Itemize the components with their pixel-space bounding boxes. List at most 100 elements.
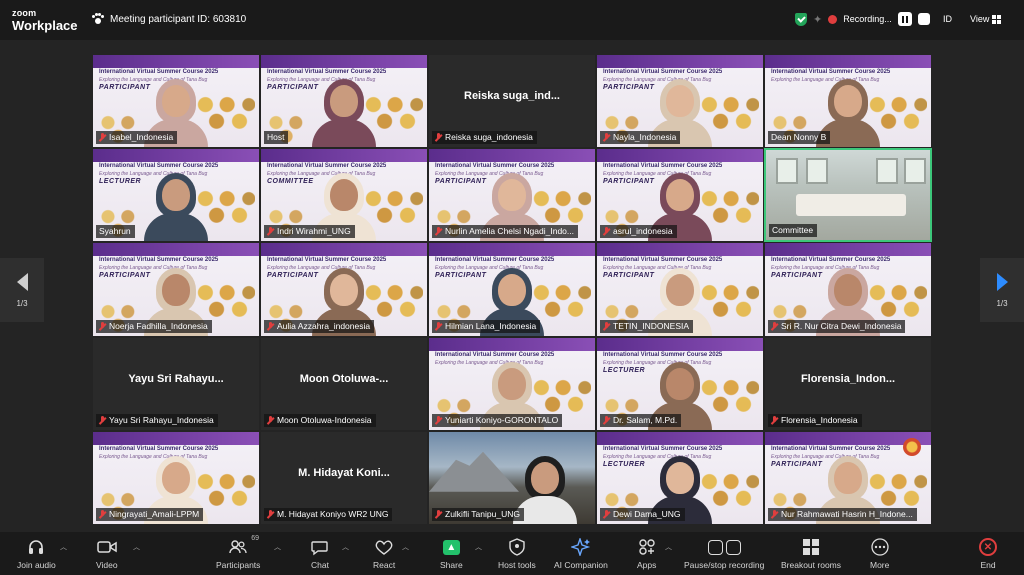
- participant-tile[interactable]: Zulkifli Tanipu_UNG: [428, 430, 596, 525]
- participant-name: Nur Rahmawati Hasrin H_Indone...: [781, 508, 913, 519]
- participants-button[interactable]: 69 Participants: [216, 535, 260, 570]
- slide-banner: [93, 149, 259, 163]
- share-options-chevron-icon[interactable]: ︿: [475, 542, 482, 552]
- recording-dot-icon: [828, 14, 838, 24]
- end-label: End: [980, 560, 996, 570]
- slide-banner: [429, 243, 595, 257]
- previous-page-button[interactable]: 1/3: [0, 258, 44, 322]
- zoom-workplace-logo: zoom Workplace: [12, 9, 78, 33]
- meeting-info[interactable]: Meeting participant ID: 603810: [92, 13, 246, 25]
- more-button[interactable]: More: [870, 537, 889, 570]
- slide-banner: [429, 149, 595, 163]
- participant-name-tag: asrul_indonesia: [600, 225, 677, 239]
- participant-name: Nurlin Amelia Chelsi Ngadi_Indo...: [445, 226, 574, 237]
- brand-line2: Workplace: [12, 18, 78, 33]
- participant-name: Noerja Fadhilla_Indonesia: [109, 320, 208, 331]
- participants-options-chevron-icon[interactable]: ︿: [274, 542, 281, 552]
- participant-tile[interactable]: Moon Otoluwa-... Moon Otoluwa-Indonesia: [260, 336, 428, 431]
- view-button[interactable]: View: [970, 14, 1002, 25]
- participant-name-tag: Moon Otoluwa-Indonesia: [264, 413, 376, 427]
- apps-options-chevron-icon[interactable]: ︿: [665, 542, 672, 552]
- pause-stop-recording-button[interactable]: Pause/stop recording: [684, 537, 764, 570]
- video-options-chevron-icon[interactable]: ︿: [133, 542, 140, 552]
- participant-name: Isabel_Indonesia: [109, 132, 174, 143]
- mic-muted-icon: [771, 509, 778, 519]
- slide-title: International Virtual Summer Course 2025: [603, 445, 723, 452]
- breakout-rooms-button[interactable]: Breakout rooms: [781, 537, 841, 570]
- chevron-right-icon: [996, 272, 1008, 291]
- next-page-button[interactable]: 1/3: [980, 258, 1024, 322]
- participant-tile[interactable]: Yayu Sri Rahayu... Yayu Sri Rahayu_Indone…: [92, 336, 260, 431]
- slide-banner: [597, 337, 763, 351]
- participant-tile[interactable]: Committee: [764, 148, 932, 243]
- participant-display-name: Reiska suga_ind...: [464, 90, 560, 103]
- id-button[interactable]: ID: [943, 14, 952, 24]
- pause-stop-label: Pause/stop recording: [684, 560, 765, 570]
- participant-name-tag: Noerja Fadhilla_Indonesia: [96, 319, 212, 333]
- participant-tile[interactable]: International Virtual Summer Course 2025…: [92, 54, 260, 149]
- participant-name: Syahrun: [99, 226, 131, 237]
- participant-tile[interactable]: Florensia_Indon... Florensia_Indonesia: [764, 336, 932, 431]
- participant-tile[interactable]: International Virtual Summer Course 2025…: [764, 54, 932, 149]
- slide-title: International Virtual Summer Course 2025: [99, 163, 219, 170]
- participant-name-tag: Reiska suga_indonesia: [432, 131, 537, 145]
- slide-title: International Virtual Summer Course 2025: [435, 163, 555, 170]
- participant-video: [144, 173, 208, 242]
- participant-name-tag: TETIN_INDONESIA: [600, 319, 694, 333]
- participant-video: [312, 79, 376, 148]
- participant-name: Yuniarti Koniyo-GORONTALO: [445, 414, 559, 425]
- stop-recording-button[interactable]: [917, 13, 930, 25]
- participant-tile[interactable]: International Virtual Summer Course 2025…: [260, 54, 428, 149]
- slide-title: International Virtual Summer Course 2025: [99, 257, 219, 264]
- audio-options-chevron-icon[interactable]: ︿: [60, 542, 67, 552]
- breakout-rooms-label: Breakout rooms: [781, 560, 841, 570]
- share-button[interactable]: ▲ Share: [440, 537, 463, 570]
- slide-banner: [765, 55, 931, 68]
- participant-tile[interactable]: International Virtual Summer Course 2025…: [596, 242, 764, 337]
- close-icon: ✕: [979, 538, 997, 556]
- participant-tile[interactable]: International Virtual Summer Course 2025…: [764, 430, 932, 525]
- participant-tile[interactable]: International Virtual Summer Course 2025…: [764, 242, 932, 337]
- participant-tile[interactable]: International Virtual Summer Course 2025…: [428, 242, 596, 337]
- slide-banner: [93, 431, 259, 445]
- encryption-shield-icon[interactable]: [795, 12, 807, 26]
- participant-tile[interactable]: International Virtual Summer Course 2025…: [596, 54, 764, 149]
- participant-tile[interactable]: International Virtual Summer Course 2025…: [596, 336, 764, 431]
- host-tools-button[interactable]: Host tools: [498, 537, 536, 570]
- slide-role: LECTURER: [603, 366, 646, 374]
- participant-tile[interactable]: Reiska suga_ind... Reiska suga_indonesia: [428, 54, 596, 149]
- chat-options-chevron-icon[interactable]: ︿: [342, 542, 349, 552]
- shield-icon: [509, 538, 525, 556]
- participant-name-tag: M. Hidayat Koniyo WR2 UNG: [264, 507, 393, 521]
- page-indicator-right: 1/3: [996, 298, 1008, 308]
- ai-companion-button[interactable]: AI Companion: [554, 537, 608, 570]
- video-button[interactable]: Video: [96, 537, 118, 570]
- slide-banner: [597, 149, 763, 163]
- slide-title: International Virtual Summer Course 2025: [603, 69, 723, 75]
- participant-tile[interactable]: International Virtual Summer Course 2025…: [92, 242, 260, 337]
- participant-tile[interactable]: International Virtual Summer Course 2025…: [428, 336, 596, 431]
- mic-muted-icon: [435, 321, 442, 331]
- end-meeting-button[interactable]: ✕ End: [979, 537, 997, 570]
- medal-icon: [903, 437, 921, 456]
- join-audio-button[interactable]: Join audio: [17, 537, 56, 570]
- participant-tile[interactable]: International Virtual Summer Course 2025…: [92, 430, 260, 525]
- pause-recording-button[interactable]: [897, 12, 912, 26]
- participant-tile[interactable]: International Virtual Summer Course 2025…: [92, 148, 260, 243]
- participant-name-tag: Isabel_Indonesia: [96, 131, 178, 145]
- apps-button[interactable]: Apps: [637, 537, 656, 570]
- react-button[interactable]: React: [373, 537, 395, 570]
- participant-tile[interactable]: International Virtual Summer Course 2025…: [596, 430, 764, 525]
- chat-button[interactable]: Chat: [311, 537, 329, 570]
- mic-muted-icon: [435, 133, 442, 142]
- participant-display-name: Yayu Sri Rahayu...: [128, 372, 224, 385]
- participant-tile[interactable]: M. Hidayat Koni... M. Hidayat Koniyo WR2 …: [260, 430, 428, 525]
- participant-tile[interactable]: International Virtual Summer Course 2025…: [260, 242, 428, 337]
- slide-title: International Virtual Summer Course 2025: [771, 445, 891, 452]
- react-options-chevron-icon[interactable]: ︿: [402, 542, 409, 552]
- slide-banner: [597, 431, 763, 445]
- ai-sparkle-icon[interactable]: ✦: [813, 13, 822, 26]
- participant-tile[interactable]: International Virtual Summer Course 2025…: [428, 148, 596, 243]
- participant-tile[interactable]: International Virtual Summer Course 2025…: [260, 148, 428, 243]
- participant-tile[interactable]: International Virtual Summer Course 2025…: [596, 148, 764, 243]
